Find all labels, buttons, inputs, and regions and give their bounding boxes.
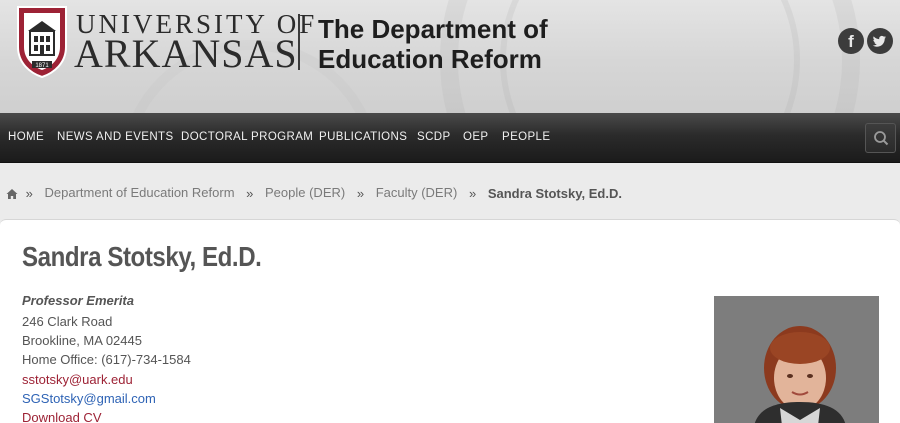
logo-arkansas[interactable]: ARKANSAS — [74, 34, 298, 74]
breadcrumb-separator: » — [246, 186, 254, 202]
logo-year: 1871 — [35, 63, 49, 69]
nav-item-home[interactable]: HOME — [8, 113, 44, 163]
breadcrumb-current: Sandra Stotsky, Ed.D. — [487, 186, 622, 202]
department-name-line2: Education Reform — [318, 44, 542, 74]
twitter-icon[interactable] — [867, 28, 893, 54]
email-link-uark[interactable]: sstotsky@uark.edu — [22, 372, 133, 387]
nav-item-publications[interactable]: PUBLICATIONS — [319, 113, 407, 163]
nav-item-people[interactable]: PEOPLE — [502, 113, 550, 163]
department-name-line1: The Department of — [318, 14, 548, 44]
search-button[interactable] — [865, 123, 896, 153]
home-icon[interactable] — [6, 188, 18, 200]
address-line-2: Brookline, MA 02445 — [22, 333, 142, 348]
logo-divider — [298, 14, 300, 70]
twitter-bird-glyph — [872, 35, 886, 47]
breadcrumb-separator: » — [356, 186, 365, 202]
breadcrumb-link-department[interactable]: Department of Education Reform — [44, 185, 234, 200]
nav-item-scdp[interactable]: SCDP — [417, 113, 451, 163]
address-line-1: 246 Clark Road — [22, 314, 113, 329]
breadcrumb-separator: » — [468, 186, 477, 202]
breadcrumb-separator: » — [25, 186, 33, 202]
university-shield-logo[interactable]: 1871 — [14, 3, 70, 79]
nav-item-news-and-events[interactable]: NEWS AND EVENTS — [57, 113, 174, 163]
profile-photo — [714, 296, 879, 423]
nav-item-oep[interactable]: OEP — [463, 113, 489, 163]
nav-item-doctoral-program[interactable]: DOCTORAL PROGRAM — [181, 113, 313, 163]
main-nav: HOME NEWS AND EVENTS DOCTORAL PROGRAM PU… — [0, 113, 900, 163]
download-cv-link[interactable]: Download CV — [22, 410, 102, 423]
home-office-phone: Home Office: (617)-734-1584 — [22, 352, 191, 367]
breadcrumb: » Department of Education Reform » Peopl… — [6, 185, 622, 203]
site-header: 1871 UNIVERSITY OF ARKANSAS The Departme… — [0, 0, 900, 113]
profile-title: Professor Emerita — [22, 293, 134, 308]
breadcrumb-link-faculty[interactable]: Faculty (DER) — [376, 185, 458, 200]
portrait-illustration — [714, 296, 879, 423]
facebook-icon[interactable]: f — [838, 28, 864, 54]
email-link-gmail[interactable]: SGStotsky@gmail.com — [22, 391, 156, 406]
department-name[interactable]: The Department of Education Reform — [318, 14, 548, 74]
page-title: Sandra Stotsky, Ed.D. — [22, 241, 262, 272]
search-icon — [874, 131, 889, 146]
breadcrumb-link-people[interactable]: People (DER) — [265, 185, 345, 200]
